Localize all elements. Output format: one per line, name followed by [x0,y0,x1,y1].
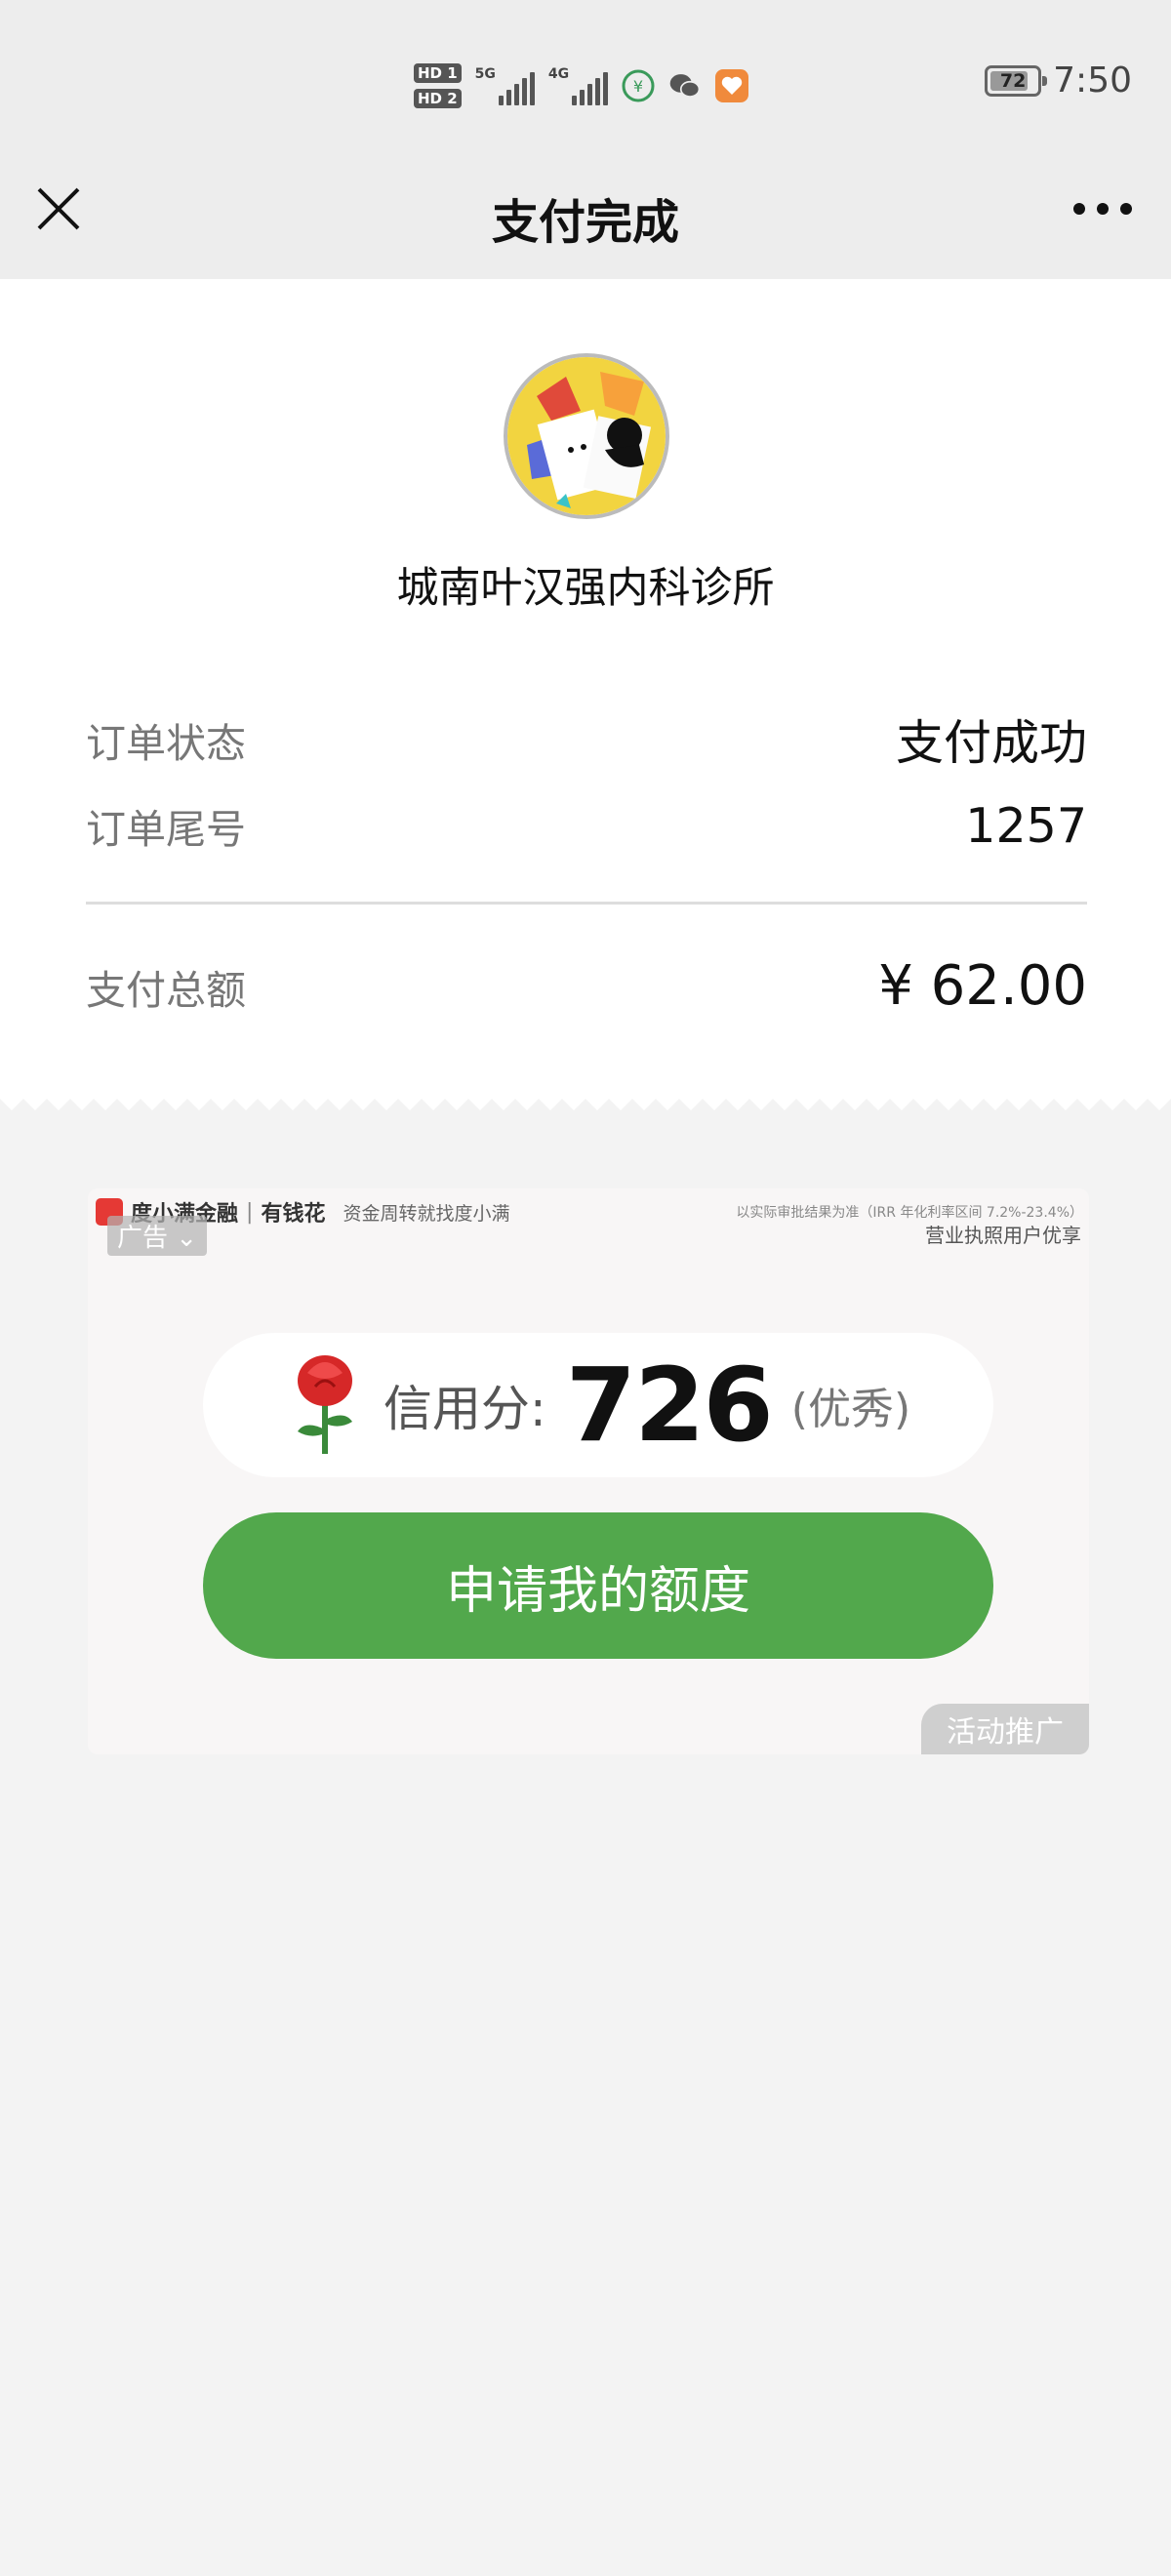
total-label: 支付总额 [86,966,246,1014]
status-icons: HD 1 HD 2 5G 4G ¥ [414,55,749,117]
order-status-row: 订单状态 支付成功 [86,704,1087,774]
ad-brand2: 有钱花 [261,1202,326,1227]
total-row: 支付总额 ¥ 62.00 [86,954,1087,1018]
more-icon[interactable] [1073,199,1132,219]
ad-subline: 营业执照用户优享 [925,1224,1081,1247]
wechat-icon [668,69,702,102]
ad-label-badge[interactable]: 广告 ⌄ [107,1216,208,1256]
receipt-card: 城南叶汉强内科诊所 订单状态 支付成功 订单尾号 1257 支付总额 ¥ 62.… [0,279,1171,1099]
total-amount: ¥ 62.00 [878,954,1087,1018]
merchant-avatar [504,353,669,519]
credit-score-label: 信用分: [383,1381,546,1437]
chevron-down-icon: ⌄ [168,1224,198,1253]
signal-4g-icon: 4G [547,66,609,105]
credit-score-value: 726 [565,1346,774,1465]
merchant-name: 城南叶汉强内科诊所 [396,564,775,613]
battery-icon: 72 [985,64,1048,97]
order-status-label: 订单状态 [86,719,246,767]
net1-label: 5G [474,66,496,82]
signal-5g-icon: 5G [475,66,535,105]
order-tail-value: 1257 [965,797,1087,854]
ad-disclaimer: 以实际审批结果为准（IRR 年化利率区间 7.2%-23.4%） [736,1205,1083,1221]
promo-tag: 活动推广 [921,1704,1089,1754]
rose-icon [297,1355,352,1454]
payment-complete-page: HD 1 HD 2 5G 4G ¥ 72 7:50 支付完成 城南叶汉强内科诊所… [0,0,1171,2576]
status-bar: HD 1 HD 2 5G 4G ¥ 72 7:50 [0,0,1171,164]
credit-score-rating: (优秀) [790,1385,911,1434]
clock: 7:50 [1053,60,1132,101]
receipt-zigzag-edge [0,1085,1171,1110]
apply-credit-button[interactable]: 申请我的额度 [203,1512,993,1659]
svg-text:¥: ¥ [633,77,643,96]
ad-slogan: 资金周转就找度小满 [343,1202,510,1225]
status-right: 72 7:50 [985,60,1132,101]
order-tail-row: 订单尾号 1257 [86,796,1087,855]
ad-card[interactable]: 度小满金融 | 有钱花 资金周转就找度小满 广告 ⌄ 以实际审批结果为准（IRR… [88,1188,1089,1754]
net2-label: 4G [547,66,570,82]
bank-app-icon: ¥ [622,69,655,102]
sim2-badge: HD 2 [414,89,462,108]
order-status-value: 支付成功 [895,715,1087,771]
health-app-icon [715,69,749,102]
sim-badges: HD 1 HD 2 [414,63,462,108]
order-tail-label: 订单尾号 [86,806,246,853]
sim1-badge: HD 1 [414,63,462,83]
nav-bar: 支付完成 [0,164,1171,279]
credit-score-pill: 信用分: 726 (优秀) [203,1333,993,1477]
divider [86,902,1087,905]
page-title: 支付完成 [491,195,679,250]
ad-label-text: 广告 [117,1224,169,1253]
battery-level: 72 [999,69,1027,92]
ad-brand-separator: | [246,1199,254,1225]
